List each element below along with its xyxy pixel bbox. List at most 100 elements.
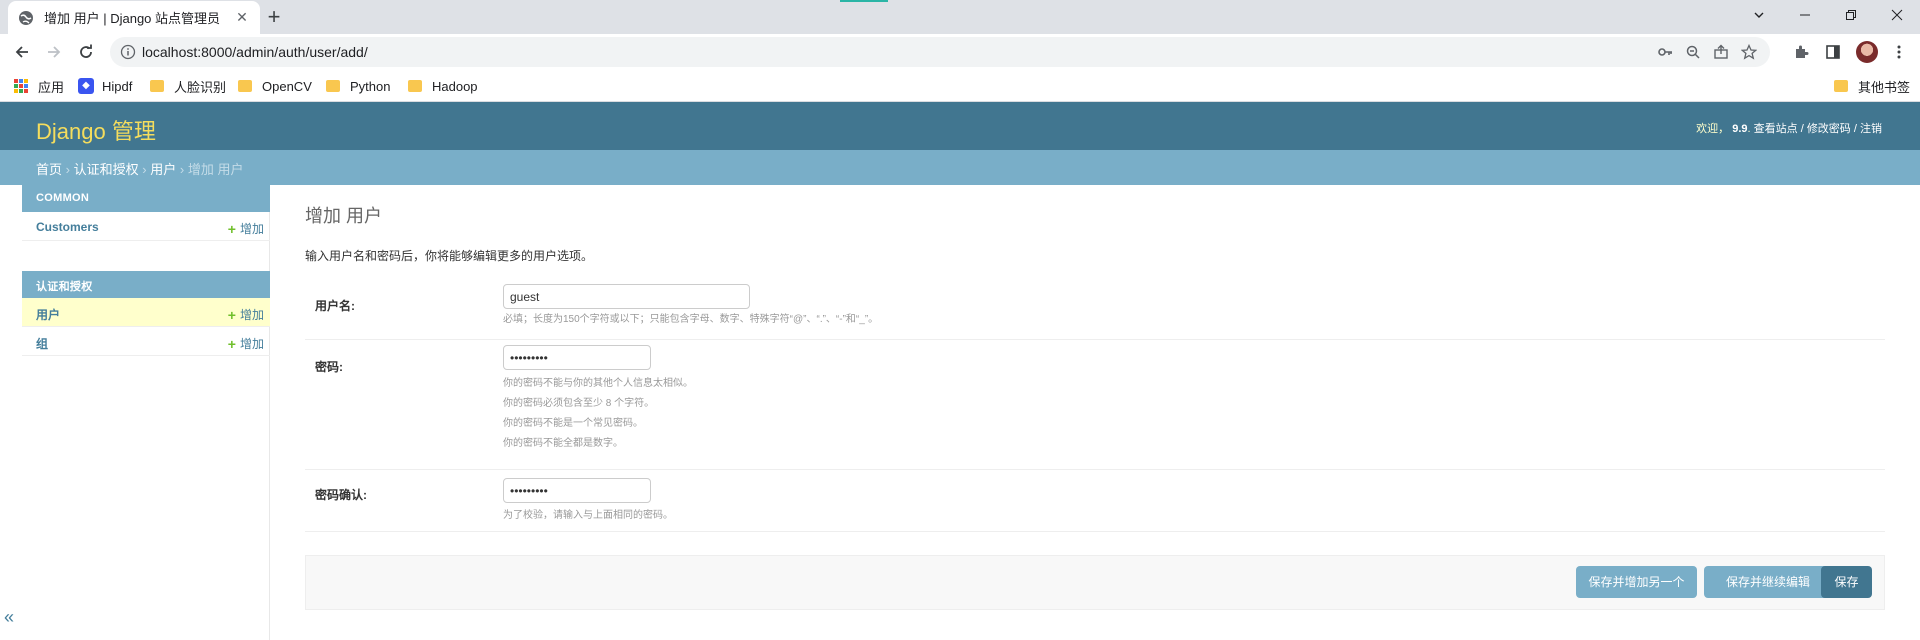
username: 9.9 [1732,123,1748,135]
bookmark-label: OpenCV [262,78,312,94]
separator: / [1800,123,1804,135]
browser-tabstrip: 增加 用户 | Django 站点管理员 ✕ + [0,0,1920,34]
browser-toolbar: localhost:8000/admin/auth/user/add/ [0,34,1920,70]
sidebar-item-groups[interactable]: 组 + 增加 [22,327,270,356]
close-window-button[interactable] [1874,0,1920,30]
bookmark-apps[interactable]: 应用 [14,77,64,95]
tabstrip-accent [840,0,888,2]
password-help-line: 你的密码不能与你的其他个人信息太相似。 [503,378,693,389]
password-label: 密码: [315,360,343,374]
sidebar-item-users[interactable]: 用户 + 增加 [22,298,270,327]
add-label: 增加 [239,308,264,322]
folder-icon [1834,80,1848,92]
share-icon[interactable] [1712,43,1730,61]
back-arrow-icon[interactable] [10,40,34,64]
bookmarks-bar: 应用 ◆ Hipdf 人脸识别 OpenCV Python Hadoop 其他书… [0,70,1920,102]
logout-link[interactable]: 注销 [1860,123,1882,135]
bookmark-hipdf[interactable]: ◆ Hipdf [78,77,132,95]
folder-icon [238,80,252,92]
form-row-password-confirm: 密码确认: 为了校验，请输入与上面相同的密码。 [305,470,1885,532]
bookmark-star-icon[interactable] [1740,43,1758,61]
password-confirm-field[interactable] [503,478,651,503]
separator: / [1853,123,1857,135]
bookmark-label: Hipdf [102,78,133,94]
browser-tab-active[interactable]: 增加 用户 | Django 站点管理员 ✕ [8,1,260,34]
page-title: 增加 用户 [305,206,383,226]
site-info-icon[interactable] [120,44,136,60]
plus-icon: + [227,306,236,323]
password-help-line: 你的密码不能全都是数字。 [503,438,623,449]
add-label: 增加 [239,222,264,236]
bookmark-label: Hadoop [432,78,478,94]
address-bar[interactable]: localhost:8000/admin/auth/user/add/ [110,37,1770,67]
breadcrumb-model[interactable]: 用户 [150,162,176,177]
hipdf-logo-icon: ◆ [78,78,94,94]
forward-arrow-icon[interactable] [42,40,66,64]
folder-icon [150,80,164,92]
side-panel-icon[interactable] [1824,43,1842,61]
folder-icon [408,80,422,92]
sidebar-item-label[interactable]: Customers [36,220,99,234]
reload-icon[interactable] [74,40,98,64]
bookmark-other[interactable]: 其他书签 [1834,77,1910,95]
extensions-puzzle-icon[interactable] [1792,43,1810,61]
change-password-link[interactable]: 修改密码 [1807,123,1851,135]
module-caption-common[interactable]: COMMON [22,185,270,212]
add-user-link[interactable]: + 增加 [228,306,264,323]
submit-row: 保存并增加另一个 保存并继续编辑 保存 [305,555,1885,610]
close-tab-icon[interactable]: ✕ [234,9,250,25]
add-customer-link[interactable]: + 增加 [228,220,264,237]
form-row-password: 密码: 你的密码不能与你的其他个人信息太相似。 你的密码必须包含至少 8 个字符… [305,340,1885,470]
breadcrumb-home[interactable]: 首页 [36,162,62,177]
view-site-link[interactable]: 查看站点 [1754,123,1798,135]
breadcrumb-app[interactable]: 认证和授权 [74,162,139,177]
save-button[interactable]: 保存 [1821,566,1872,598]
admin-header: Django 管理 欢迎， 9.9. 查看站点 / 修改密码 / 注销 [0,102,1920,150]
bookmark-face-recognition[interactable]: 人脸识别 [150,77,226,95]
welcome-text: 欢迎， [1696,123,1730,135]
breadcrumb-separator: › [142,162,147,177]
kebab-menu-icon[interactable] [1890,43,1908,61]
module-caption-auth[interactable]: 认证和授权 [22,271,270,298]
sidebar-item-customers[interactable]: Customers + 增加 [22,212,270,241]
plus-icon: + [227,220,236,237]
plus-icon: + [227,335,236,352]
breadcrumb-separator: › [179,162,185,177]
toggle-sidebar-button[interactable]: « [4,607,14,628]
save-and-add-another-button[interactable]: 保存并增加另一个 [1576,566,1697,598]
bookmark-python[interactable]: Python [326,77,390,95]
restore-window-button[interactable] [1828,0,1874,30]
bookmark-label: 人脸识别 [174,79,227,95]
minimize-window-button[interactable] [1782,0,1828,30]
site-brand[interactable]: Django 管理 [36,114,156,146]
save-and-continue-button[interactable]: 保存并继续编辑 [1704,566,1832,598]
add-group-link[interactable]: + 增加 [228,335,264,352]
add-label: 增加 [239,337,264,351]
form-intro: 输入用户名和密码后，你将能够编辑更多的用户选项。 [305,249,594,263]
url-text[interactable]: localhost:8000/admin/auth/user/add/ [142,44,368,60]
bookmark-hadoop[interactable]: Hadoop [408,77,478,95]
username-help: 必填；长度为150个字符或以下；只能包含字母、数字、特殊字符“@”、“.”、“-… [503,314,879,325]
new-tab-button[interactable]: + [262,6,286,30]
password-confirm-label: 密码确认: [315,488,367,502]
zoom-icon[interactable] [1684,43,1702,61]
folder-icon [326,80,340,92]
form-row-username: 用户名: 必填；长度为150个字符或以下；只能包含字母、数字、特殊字符“@”、“… [305,280,1885,340]
breadcrumb-current: 增加 用户 [187,162,244,177]
bookmark-label: 应用 [38,79,65,95]
password-help-line: 你的密码不能是一个常见密码。 [503,418,643,429]
username-field[interactable] [503,284,750,309]
sidebar-item-label[interactable]: 组 [36,335,48,352]
key-icon[interactable] [1656,43,1674,61]
sidebar-item-label[interactable]: 用户 [36,306,60,323]
breadcrumb: 首页 › 认证和授权 › 用户 › 增加 用户 [0,150,1920,185]
profile-avatar[interactable] [1856,41,1878,63]
tab-search-chevron-icon[interactable] [1736,0,1782,30]
password-help-line: 你的密码必须包含至少 8 个字符。 [503,398,655,409]
password-field[interactable] [503,345,651,370]
apps-grid-icon [14,79,28,93]
nav-sidebar: COMMON Customers + 增加 认证和授权 用户 + 增加 组 + … [0,185,270,640]
bookmark-label: Python [350,78,391,94]
user-tools: 欢迎， 9.9. 查看站点 / 修改密码 / 注销 [1696,123,1882,135]
bookmark-opencv[interactable]: OpenCV [238,77,312,95]
